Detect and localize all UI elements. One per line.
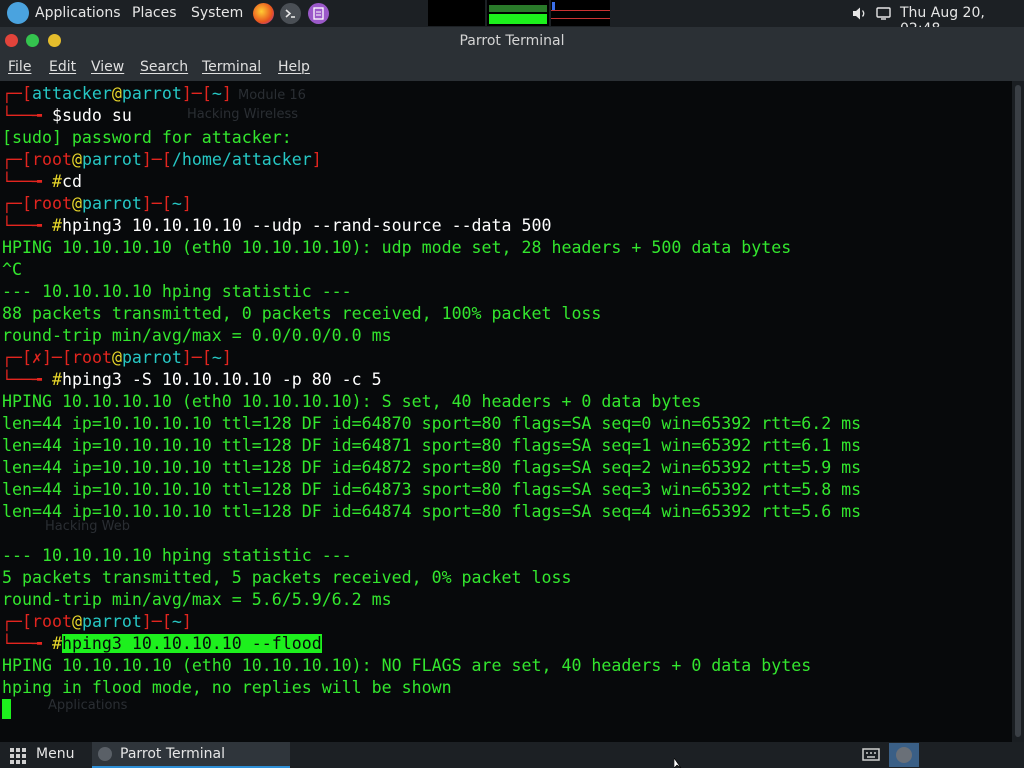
taskbar-item-label: Parrot Terminal bbox=[120, 746, 226, 762]
display-icon[interactable] bbox=[875, 5, 892, 26]
mouse-pointer-icon bbox=[674, 758, 682, 768]
terminal-icon bbox=[98, 747, 112, 761]
document-icon bbox=[313, 7, 324, 20]
terminal-prompt-icon bbox=[285, 9, 295, 18]
applications-menu[interactable]: Applications bbox=[35, 5, 121, 21]
menu-button[interactable]: Menu bbox=[36, 746, 74, 762]
command-line: sudo su bbox=[61, 106, 132, 125]
terminal-launcher-icon[interactable] bbox=[280, 3, 301, 24]
menu-grid-icon[interactable] bbox=[10, 748, 26, 768]
memory-monitor bbox=[487, 0, 549, 26]
system-menu[interactable]: System bbox=[191, 5, 243, 21]
taskbar-item-parrot-terminal[interactable]: Parrot Terminal bbox=[92, 742, 290, 768]
menu-terminal[interactable]: Terminal bbox=[202, 59, 261, 75]
command-line: hping3 -S 10.10.10.10 -p 80 -c 5 bbox=[61, 370, 382, 389]
menu-view[interactable]: View bbox=[91, 59, 124, 75]
terminal-output: ┌─[attacker@parrot]─[~] └──╼ $sudo su [s… bbox=[2, 83, 861, 721]
scrollbar-thumb[interactable] bbox=[1015, 85, 1021, 737]
workspace-indicator[interactable] bbox=[889, 743, 919, 767]
menu-edit[interactable]: Edit bbox=[49, 59, 76, 75]
window-title: Parrot Terminal bbox=[459, 33, 565, 49]
network-monitor bbox=[551, 0, 610, 26]
text-cursor bbox=[2, 699, 11, 719]
notes-launcher-icon[interactable] bbox=[308, 3, 329, 24]
menu-help[interactable]: Help bbox=[278, 59, 310, 75]
command-line: cd bbox=[61, 172, 82, 191]
menu-bar: File Edit View Search Terminal Help bbox=[0, 55, 1024, 81]
volume-icon[interactable] bbox=[851, 5, 868, 26]
menu-search[interactable]: Search bbox=[140, 59, 188, 75]
places-menu[interactable]: Places bbox=[132, 5, 177, 21]
selected-command[interactable]: hping3 10.10.10.10 --flood bbox=[61, 634, 322, 653]
terminal-icon bbox=[896, 747, 912, 763]
keyboard-icon[interactable] bbox=[862, 747, 880, 767]
command-line: hping3 10.10.10.10 --udp --rand-source -… bbox=[61, 216, 552, 235]
cpu-monitor bbox=[428, 0, 485, 26]
terminal-scrollbar[interactable] bbox=[1012, 81, 1024, 742]
firefox-icon[interactable] bbox=[253, 3, 274, 24]
top-panel: Applications Places System Thu Aug 20, 0… bbox=[0, 0, 1024, 37]
parrot-logo-icon[interactable] bbox=[7, 2, 29, 24]
menu-file[interactable]: File bbox=[8, 59, 31, 75]
bottom-taskbar: Menu Parrot Terminal bbox=[0, 742, 1024, 768]
window-titlebar[interactable]: Parrot Terminal bbox=[0, 27, 1024, 55]
terminal-area[interactable]: Module 16 Hacking Wireless Hacking Web A… bbox=[0, 81, 1012, 742]
